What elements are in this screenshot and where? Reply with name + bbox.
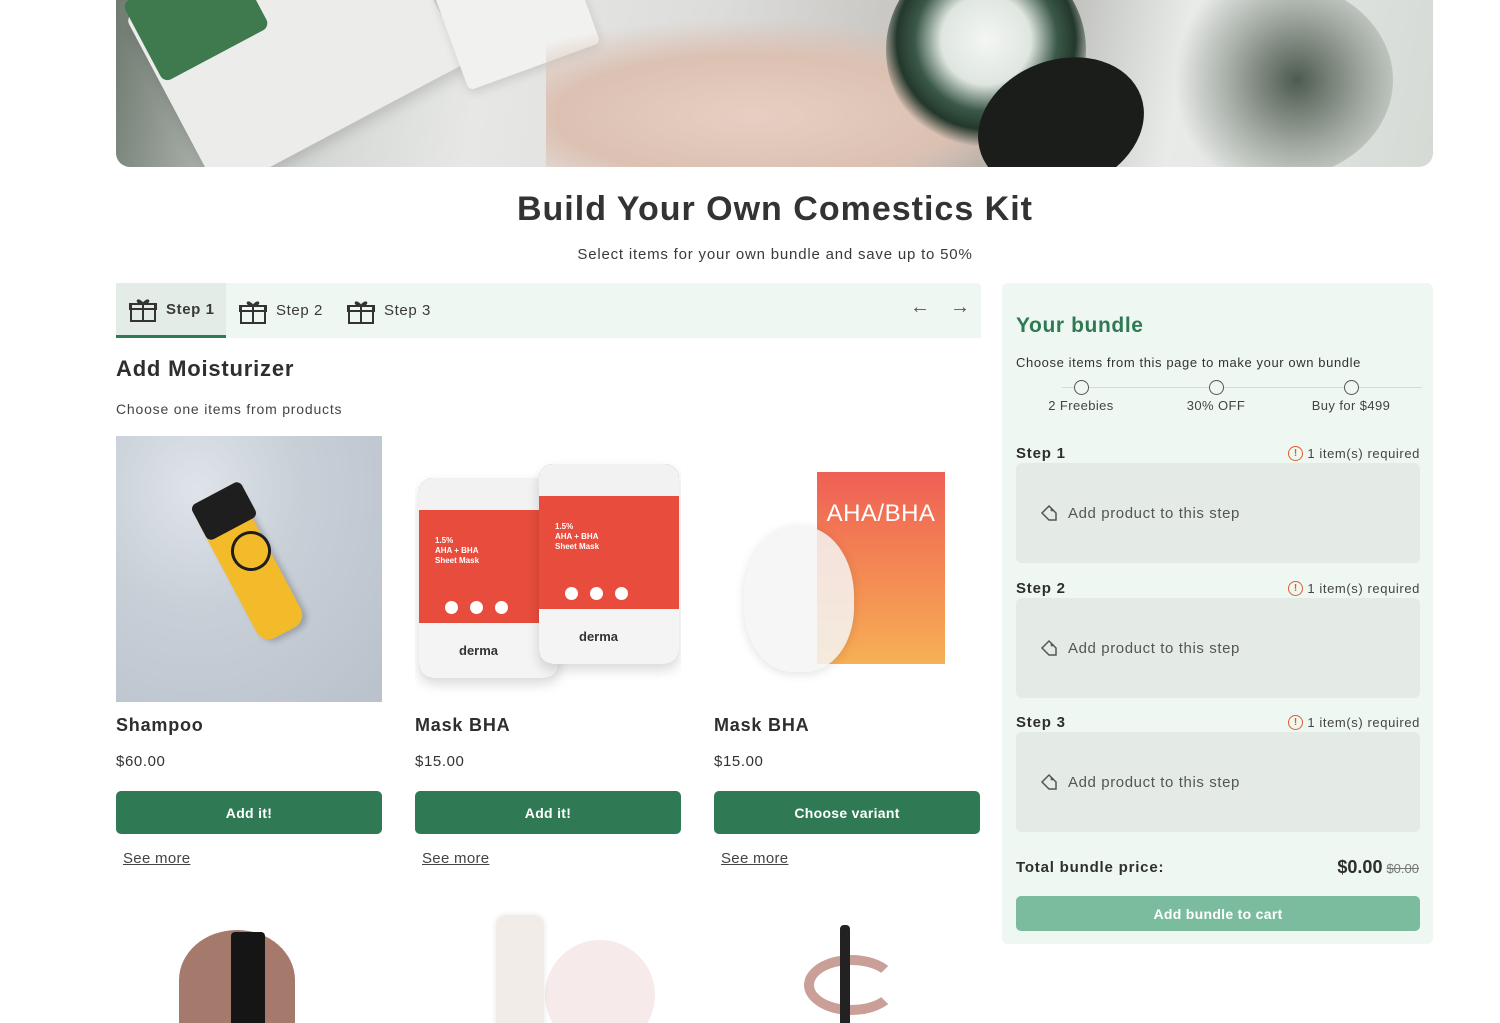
add-product-label: Add product to this step [1068,639,1240,657]
add-bundle-to-cart-button[interactable]: Add bundle to cart [1016,896,1420,931]
product-card: Shampoo $60.00 Add it! See more [116,436,382,867]
tier-circle-icon [1073,380,1089,395]
pencil-shape [840,925,850,1023]
total-price: $0.00 $0.00 [1337,857,1419,878]
gloss-swatch-shape [545,940,655,1023]
tag-icon [1040,504,1058,522]
tab-step-1-label: Step 1 [166,300,215,318]
tier-fixed-price: Buy for $499 [1296,380,1406,413]
arrow-left-icon[interactable]: ← [910,296,930,319]
tag-icon [1040,639,1058,657]
hero-banner [116,0,1433,167]
total-price-value: $0.00 [1337,857,1383,877]
tier-label: 30% OFF [1186,398,1246,413]
requirement-note: ! 1 item(s) required [1288,715,1420,730]
add-product-slot[interactable]: Add product to this step [1016,463,1420,563]
product-image-shampoo[interactable] [116,436,382,702]
bundle-step-name: Step 1 [1016,445,1066,462]
face-mask-shape [744,526,854,672]
see-more-link[interactable]: See more [422,850,489,867]
product-price: $15.00 [415,753,465,770]
gift-icon [128,294,158,324]
add-product-label: Add product to this step [1068,773,1240,791]
add-product-slot[interactable]: Add product to this step [1016,732,1420,832]
warning-icon: ! [1288,581,1304,596]
gift-icon [346,296,376,326]
choose-variant-button[interactable]: Choose variant [714,791,980,834]
tab-step-1[interactable]: Step 1 [116,283,226,338]
add-it-button[interactable]: Add it! [116,791,382,834]
tier-label: Buy for $499 [1311,398,1391,413]
product-image-mask-bha-aha[interactable]: AHA/BHA [714,436,980,702]
tab-step-2[interactable]: Step 2 [226,283,334,338]
tier-circle-icon [1343,380,1359,395]
bundle-subtitle: Choose items from this page to make your… [1016,355,1361,370]
bundle-panel: Your bundle Choose items from this page … [1002,283,1433,944]
product-price: $15.00 [714,753,764,770]
total-price-label: Total bundle price: [1016,859,1165,876]
liner-swatch-shape [804,955,899,1015]
steps-tab-bar: Step 1 Step 2 Step 3 [116,283,981,338]
bundle-step-name: Step 3 [1016,714,1066,731]
mask-pack-shape: 1.5% AHA + BHA Sheet Mask derma [539,464,679,664]
product-card: AHA/BHA Mask BHA $15.00 Choose variant S… [714,436,980,867]
product-card: 1.5% AHA + BHA Sheet Mask derma 1.5% AHA… [415,436,681,867]
requirement-note: ! 1 item(s) required [1288,446,1420,461]
bundle-title: Your bundle [1016,314,1144,337]
derma-logo: derma [579,629,619,644]
page-title: Build Your Own Comestics Kit [516,190,1034,228]
add-product-slot[interactable]: Add product to this step [1016,598,1420,698]
product-price: $60.00 [116,753,166,770]
product-name[interactable]: Mask BHA [714,715,809,736]
gloss-tube-shape [496,915,544,1023]
bundle-step-name: Step 2 [1016,580,1066,597]
section-title: Add Moisturizer [116,356,295,381]
product-image-lip-liner[interactable] [714,905,980,1023]
warning-icon: ! [1288,715,1304,730]
pack-text: 1.5% AHA + BHA Sheet Mask [435,536,480,565]
requirement-text: 1 item(s) required [1307,446,1420,461]
original-price-value: $0.00 [1386,861,1419,876]
page-subtitle: Select items for your own bundle and sav… [577,246,973,263]
tab-step-2-label: Step 2 [276,302,323,319]
tier-circle-icon [1208,380,1224,395]
product-name[interactable]: Shampoo [116,715,204,736]
leaf-shadow-image [1153,0,1393,167]
gift-icon [238,296,268,326]
tag-icon [1040,773,1058,791]
product-image-lip-gloss[interactable] [415,905,681,1023]
requirement-text: 1 item(s) required [1307,581,1420,596]
see-more-link[interactable]: See more [721,850,788,867]
add-it-button[interactable]: Add it! [415,791,681,834]
section-subtitle: Choose one items from products [116,401,343,417]
requirement-note: ! 1 item(s) required [1288,581,1420,596]
tier-discount: 30% OFF [1161,380,1271,413]
add-product-label: Add product to this step [1068,504,1240,522]
tier-label: 2 Freebies [1048,398,1114,413]
warning-icon: ! [1288,446,1304,461]
lipstick-shape [231,932,265,1023]
product-image-lipstick[interactable] [116,905,382,1023]
tab-step-3[interactable]: Step 3 [334,283,442,338]
tier-freebies: 2 Freebies [1026,380,1136,413]
pack-text: 1.5% AHA + BHA Sheet Mask [555,522,600,551]
derma-logo: derma [459,643,499,658]
aha-bha-label: AHA/BHA [826,500,936,527]
product-image-mask-bha[interactable]: 1.5% AHA + BHA Sheet Mask derma 1.5% AHA… [415,436,681,702]
product-name[interactable]: Mask BHA [415,715,510,736]
arrow-right-icon[interactable]: → [950,296,970,319]
tab-step-3-label: Step 3 [384,302,431,319]
requirement-text: 1 item(s) required [1307,715,1420,730]
mask-pack-shape: 1.5% AHA + BHA Sheet Mask derma [419,478,559,678]
see-more-link[interactable]: See more [123,850,190,867]
